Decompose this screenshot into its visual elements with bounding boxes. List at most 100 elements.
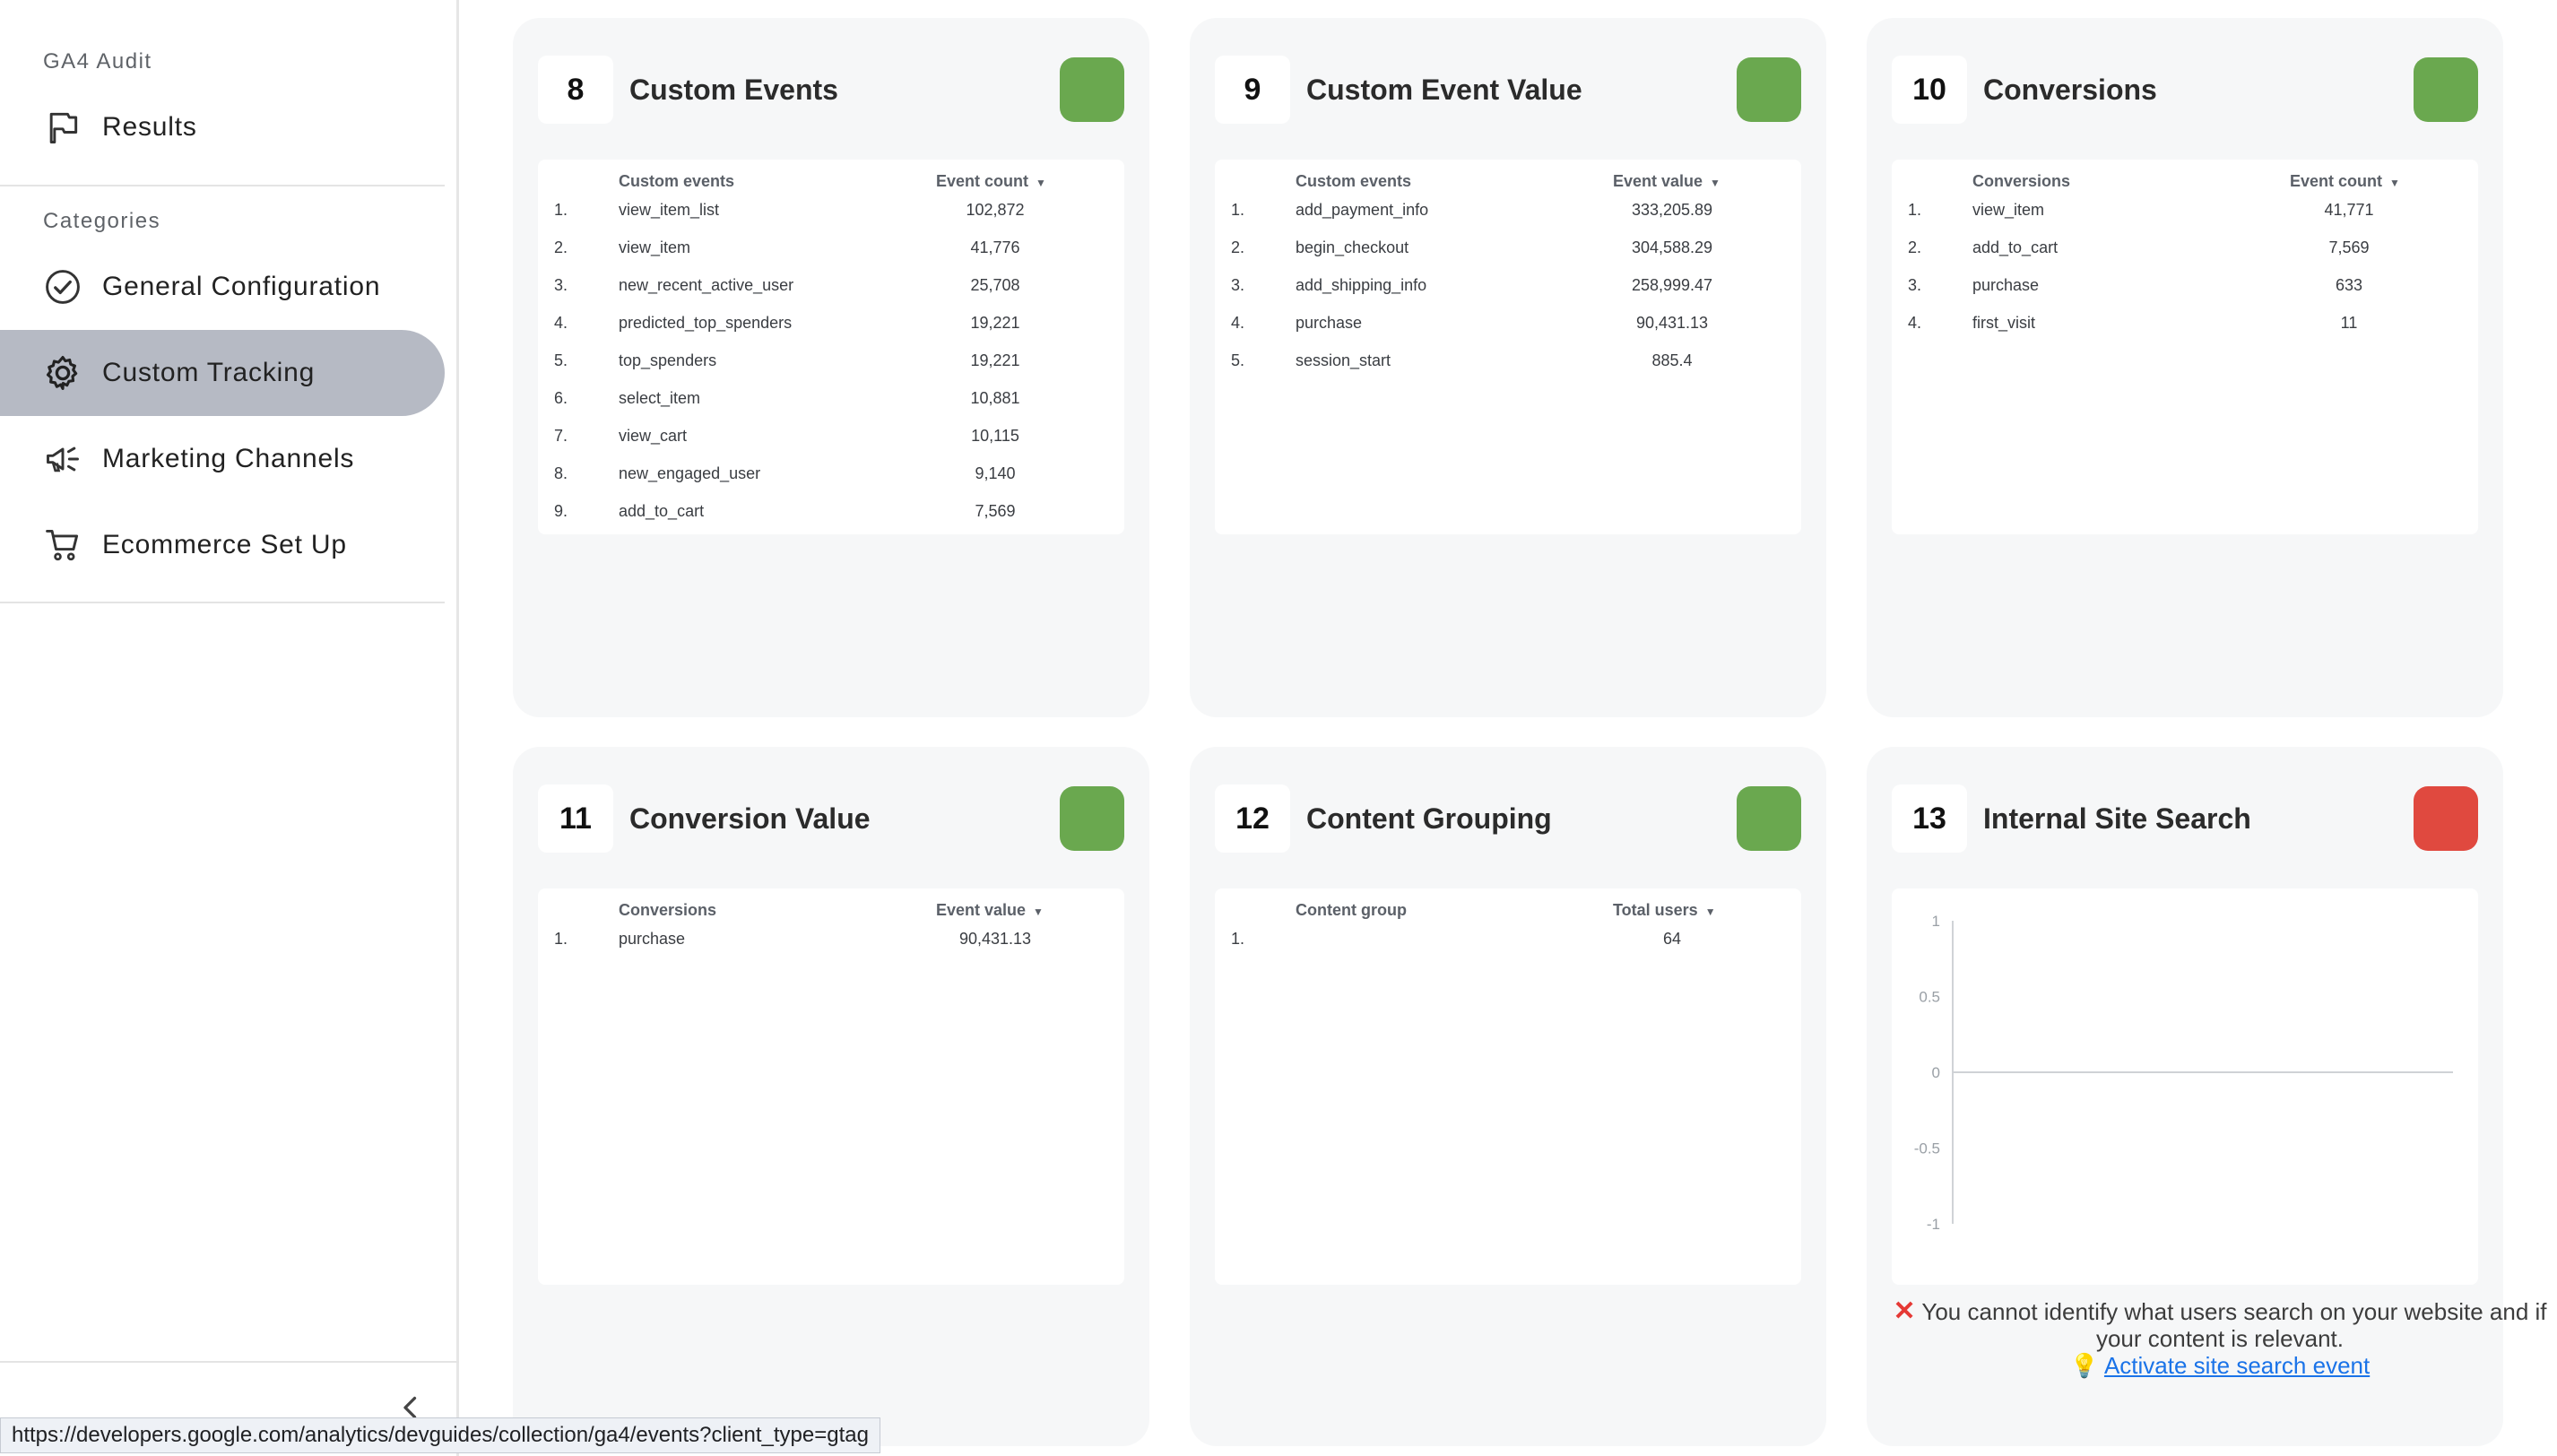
flag-icon [43,108,82,147]
gear-icon [43,353,82,393]
row-value: 10,881 [970,389,1020,407]
row-value: 19,221 [970,314,1020,332]
row-index: 2. [1231,238,1245,256]
custom-events-table: Custom events Event count ▼ 1. view_item_lis… [538,160,1124,534]
sort-descending-icon: ▼ [2389,177,2400,189]
table-row[interactable]: 3. purchase 633 [1892,276,2478,314]
card-title: Internal Site Search [1983,802,2251,835]
column-header-value-sortable[interactable]: Event value ▼ [1613,172,1721,191]
sidebar-item-general-configuration[interactable]: General Configuration [0,244,445,330]
row-value: 41,771 [2324,201,2374,219]
card-header: 9 Custom Event Value [1215,56,1801,124]
row-index: 3. [1908,276,1922,294]
row-value: 333,205.89 [1631,201,1713,219]
y-tick-label: 0 [1932,1064,1940,1081]
row-value: 102,872 [966,201,1025,219]
table-row[interactable]: 1. add_payment_info 333,205.89 [1215,201,1801,238]
row-index: 1. [554,201,568,219]
table-row[interactable]: 3. new_recent_active_user 25,708 [538,276,1124,314]
activate-site-search-link[interactable]: Activate site search event [2104,1352,2370,1379]
sidebar-footer-divider [0,1361,459,1363]
status-indicator [2414,57,2478,122]
table-row[interactable]: 5. top_spenders 19,221 [538,351,1124,389]
sidebar-item-custom-tracking[interactable]: Custom Tracking [0,330,445,416]
sort-descending-icon: ▼ [1704,906,1716,918]
column-header-name: Custom events [619,172,735,190]
column-header-value-sortable[interactable]: Event value ▼ [936,901,1044,920]
row-name: select_item [619,389,701,407]
column-header-name: Custom events [1296,172,1412,190]
row-value: 19,221 [970,351,1020,369]
row-name: add_to_cart [619,502,705,520]
status-indicator [2414,786,2478,851]
table-row[interactable]: 2. add_to_cart 7,569 [1892,238,2478,276]
lightbulb-icon: 💡 [2069,1352,2100,1379]
row-index: 5. [554,351,568,369]
table-row[interactable]: 2. begin_checkout 304,588.29 [1215,238,1801,276]
app-title: GA4 Audit [43,49,152,74]
row-name: purchase [619,930,686,948]
table-row[interactable]: 1. view_item 41,771 [1892,201,2478,238]
row-value: 90,431.13 [1635,314,1709,332]
row-name: session_start [1296,351,1391,369]
table-row[interactable]: 9. add_to_cart 7,569 [538,502,1124,534]
row-value: 304,588.29 [1631,238,1713,256]
column-header-value-sortable[interactable]: Event count ▼ [936,172,1046,191]
card-title: Content Grouping [1306,802,1552,835]
conversion-value-table: Conversions Event value ▼ 1. purchase 90,431.… [538,888,1124,1285]
card-conversion-value: 11 Conversion Value Conversions Event val… [513,747,1149,1446]
row-index: 4. [1908,314,1922,332]
table-row[interactable]: 4. first_visit 11 [1892,314,2478,351]
table-row[interactable]: 2. view_item 41,776 [538,238,1124,276]
card-title: Custom Events [629,74,838,106]
row-name: add_shipping_info [1296,276,1427,294]
table-row[interactable]: 1. 64 [1215,930,1801,967]
row-value: 258,999.47 [1631,276,1713,294]
table-row[interactable]: 4. predicted_top_spenders 19,221 [538,314,1124,351]
site-search-line-chart: 1 0.5 0 -0.5 -1 [1914,913,2453,1233]
row-index: 1. [1908,201,1922,219]
row-name: begin_checkout [1296,238,1409,256]
table-header: Custom events Event count ▼ [538,160,1124,199]
column-header-label: Total users [1613,901,1698,919]
table-row[interactable]: 6. select_item 10,881 [538,389,1124,427]
site-search-chart: 1 0.5 0 -0.5 -1 [1892,888,2478,1285]
row-value: 11 [2340,314,2358,332]
row-index: 9. [554,502,568,520]
card-conversions: 10 Conversions Conversions Event count ▼ 1.… [1867,18,2503,717]
card-header: 10 Conversions [1892,56,2478,124]
row-value: 7,569 [2328,238,2370,256]
column-header-label: Event value [936,901,1027,919]
row-index: 4. [554,314,568,332]
results-link[interactable]: Results [0,84,445,170]
card-number: 11 [538,784,613,853]
table-row[interactable]: 1. view_item_list 102,872 [538,201,1124,238]
row-value: 25,708 [970,276,1020,294]
sidebar-item-marketing-channels[interactable]: Marketing Channels [0,416,445,502]
table-row[interactable]: 5. session_start 885.4 [1215,351,1801,389]
sidebar-item-label: Custom Tracking [102,358,316,387]
column-header-value-sortable[interactable]: Event count ▼ [2290,172,2400,191]
y-tick-label: -0.5 [1914,1140,1940,1157]
column-header-value-sortable[interactable]: Total users ▼ [1613,901,1716,920]
row-index: 3. [554,276,568,294]
row-index: 5. [1231,351,1245,369]
y-tick-label: 1 [1932,913,1940,930]
sort-descending-icon: ▼ [1033,906,1044,918]
table-header: Conversions Event value ▼ [538,888,1124,928]
table-row[interactable]: 7. view_cart 10,115 [538,427,1124,464]
table-row[interactable]: 3. add_shipping_info 258,999.47 [1215,276,1801,314]
cross-icon: ✕ [1893,1296,1916,1326]
sidebar-item-ecommerce-set-up[interactable]: Ecommerce Set Up [0,502,445,588]
check-circle-icon [43,267,82,307]
table-header: Content group Total users ▼ [1215,888,1801,928]
table-row[interactable]: 4. purchase 90,431.13 [1215,314,1801,351]
card-header: 12 Content Grouping [1215,784,1801,853]
sidebar-divider [0,602,445,603]
card-title: Conversion Value [629,802,871,835]
row-name: first_visit [1972,314,2036,332]
table-row[interactable]: 8. new_engaged_user 9,140 [538,464,1124,502]
card-header: 11 Conversion Value [538,784,1124,853]
table-row[interactable]: 1. purchase 90,431.13 [538,930,1124,967]
card-number: 10 [1892,56,1967,124]
